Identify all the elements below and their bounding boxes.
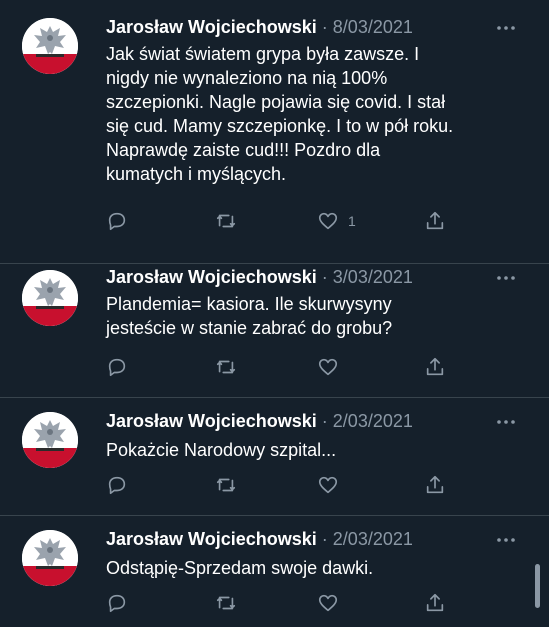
retweet-icon: [216, 596, 236, 610]
tweet-actions: [106, 592, 456, 616]
avatar[interactable]: [22, 530, 78, 586]
like-icon: [318, 358, 338, 376]
share-icon: [426, 211, 444, 230]
more-icon[interactable]: [494, 270, 518, 286]
scrollbar-thumb[interactable]: [535, 564, 540, 608]
reply-icon: [108, 476, 126, 495]
like-icon: [318, 476, 338, 494]
tweet-text: Jak świat światem grypa była zawsze. I n…: [106, 44, 454, 184]
tweet-text: Plandemia= kasiora. Ile skurwysyny jeste…: [106, 294, 393, 338]
eagle-emblem-icon: [22, 270, 78, 326]
share-icon: [426, 593, 444, 612]
author-name[interactable]: Jarosław Wojciechowski: [106, 17, 317, 37]
author-name[interactable]: Jarosław Wojciechowski: [106, 411, 317, 431]
avatar[interactable]: [22, 270, 78, 326]
retweet-icon: [216, 478, 236, 492]
share-icon: [426, 357, 444, 376]
tweet-date[interactable]: 3/03/2021: [333, 267, 413, 287]
reply-icon: [108, 212, 126, 231]
tweet-text: Pokażcie Narodowy szpital...: [106, 440, 337, 460]
header-separator: ·: [321, 17, 328, 37]
timeline: Jarosław Wojciechowski · 8/03/2021 Jak ś…: [0, 0, 549, 627]
header-separator: ·: [321, 529, 328, 549]
eagle-emblem-icon: [22, 530, 78, 586]
tweet[interactable]: Jarosław Wojciechowski · 8/03/2021 Jak ś…: [0, 0, 549, 264]
tweet[interactable]: Jarosław Wojciechowski · 2/03/2021 Pokaż…: [0, 398, 549, 516]
more-icon[interactable]: [494, 532, 518, 548]
more-icon[interactable]: [494, 414, 518, 430]
share-icon: [426, 475, 444, 494]
tweet-date[interactable]: 8/03/2021: [333, 17, 413, 37]
like-icon: [318, 594, 338, 612]
avatar[interactable]: [22, 412, 78, 468]
tweet-header: Jarosław Wojciechowski · 2/03/2021: [106, 410, 413, 432]
author-name[interactable]: Jarosław Wojciechowski: [106, 267, 317, 287]
reply-icon: [108, 594, 126, 613]
eagle-emblem-icon: [22, 412, 78, 468]
like-icon: [318, 212, 338, 230]
tweet-date[interactable]: 2/03/2021: [333, 411, 413, 431]
tweet-actions: 1: [106, 210, 456, 234]
avatar[interactable]: [22, 18, 78, 74]
header-separator: ·: [321, 411, 328, 431]
tweet-text: Odstąpię-Sprzedam swoje dawki.: [106, 558, 374, 578]
eagle-emblem-icon: [22, 18, 78, 74]
tweet[interactable]: Jarosław Wojciechowski · 2/03/2021 Odstą…: [0, 516, 549, 627]
tweet-header: Jarosław Wojciechowski · 8/03/2021: [106, 16, 413, 38]
tweet[interactable]: Jarosław Wojciechowski · 3/03/2021 Pland…: [0, 264, 549, 398]
tweet-header: Jarosław Wojciechowski · 2/03/2021: [106, 528, 413, 550]
reply-icon: [108, 358, 126, 377]
tweet-actions: [106, 356, 456, 380]
more-icon[interactable]: [494, 20, 518, 36]
retweet-icon: [216, 360, 236, 374]
tweet-date[interactable]: 2/03/2021: [333, 529, 413, 549]
like-count: 1: [348, 213, 356, 229]
tweet-header: Jarosław Wojciechowski · 3/03/2021: [106, 266, 413, 288]
retweet-icon: [216, 214, 236, 228]
header-separator: ·: [321, 267, 328, 287]
tweet-actions: [106, 474, 456, 498]
author-name[interactable]: Jarosław Wojciechowski: [106, 529, 317, 549]
